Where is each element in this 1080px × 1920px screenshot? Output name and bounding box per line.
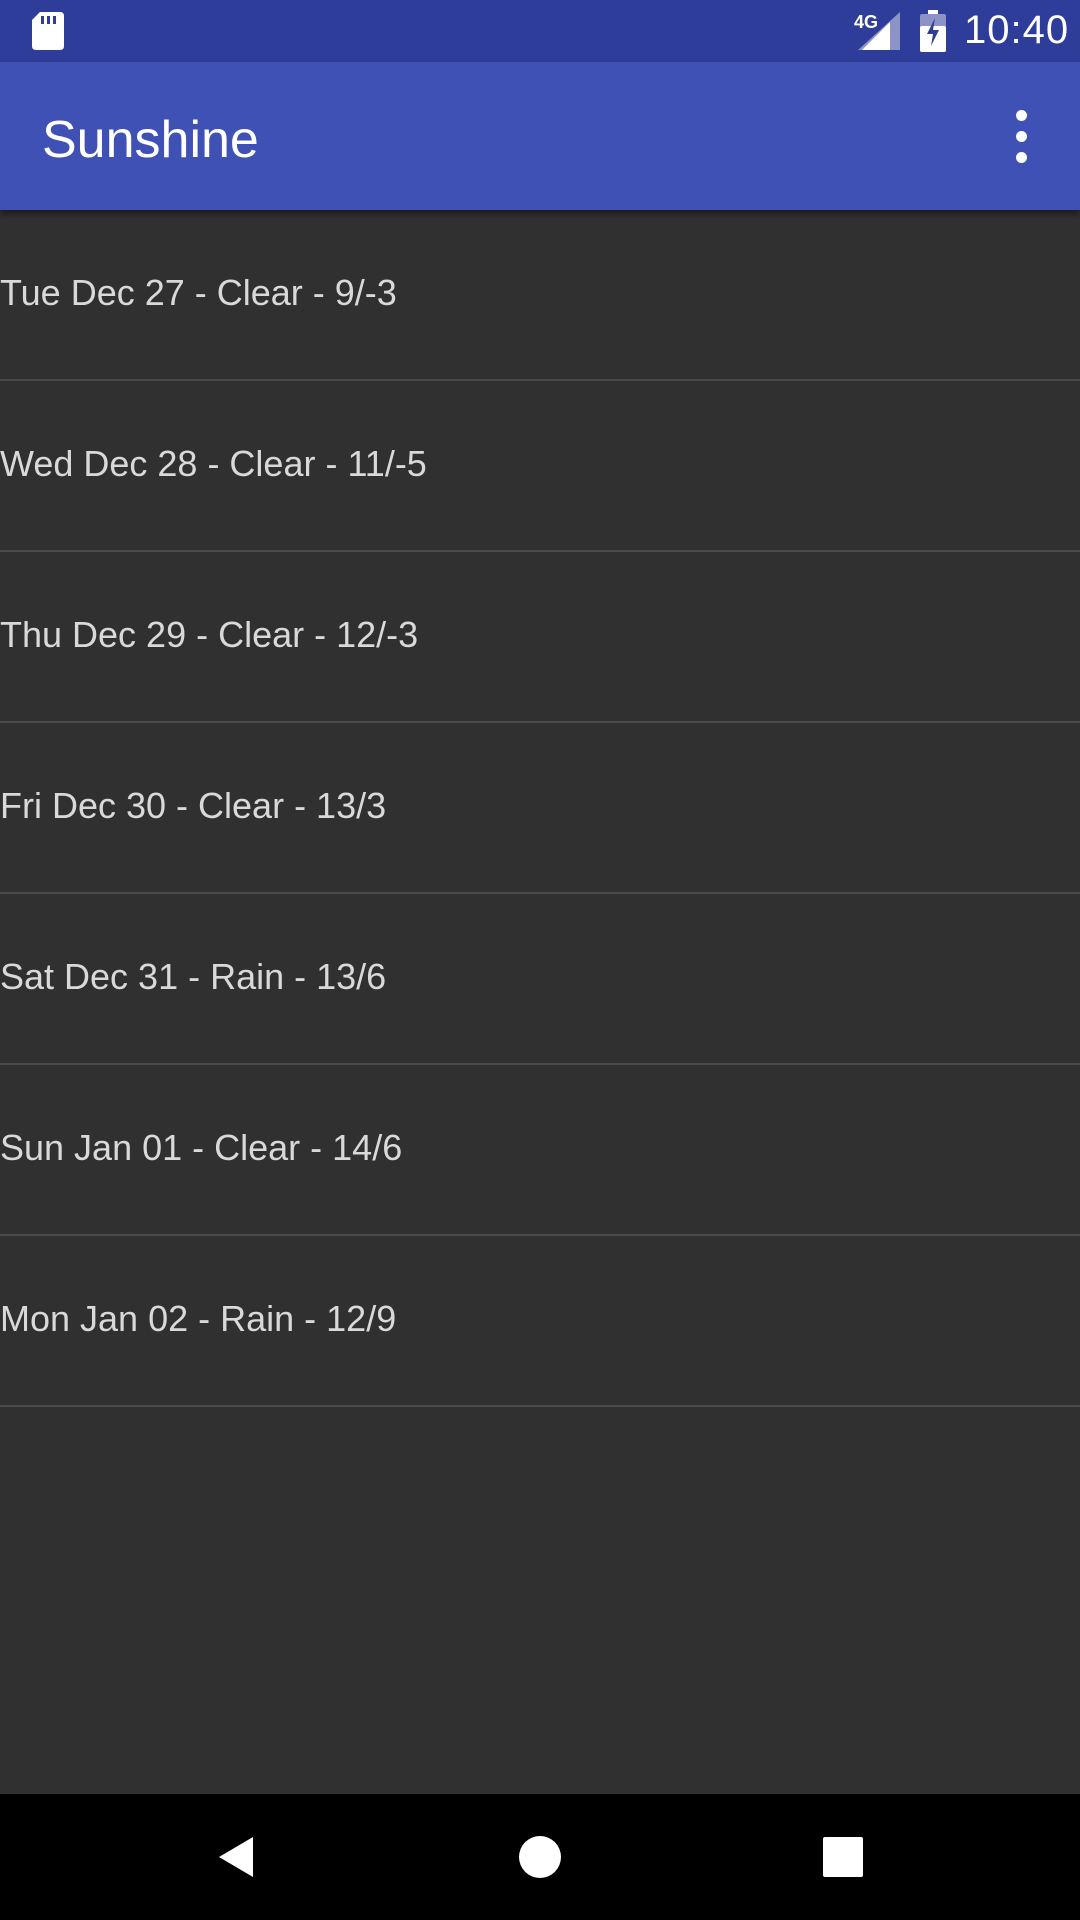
more-vert-icon[interactable] xyxy=(1000,102,1044,172)
forecast-text: Thu Dec 29 - Clear - 12/-3 xyxy=(0,614,419,655)
forecast-item[interactable]: Tue Dec 27 - Clear - 9/-3 xyxy=(0,210,1080,381)
battery-charging-icon xyxy=(920,10,946,52)
app-title: Sunshine xyxy=(42,111,259,169)
menu-dot xyxy=(1016,152,1027,163)
app-bar: Sunshine xyxy=(0,62,1080,210)
signal-icon xyxy=(858,12,900,50)
status-bar: 4G 10:40 xyxy=(0,0,1080,62)
forecast-text: Wed Dec 28 - Clear - 11/-5 xyxy=(0,443,427,484)
forecast-text: Sat Dec 31 - Rain - 13/6 xyxy=(0,956,387,997)
menu-dot xyxy=(1016,110,1027,121)
forecast-item[interactable]: Sun Jan 01 - Clear - 14/6 xyxy=(0,1065,1080,1236)
home-icon[interactable] xyxy=(507,1824,573,1890)
forecast-text: Mon Jan 02 - Rain - 12/9 xyxy=(0,1298,397,1339)
forecast-item[interactable]: Sat Dec 31 - Rain - 13/6 xyxy=(0,894,1080,1065)
forecast-item[interactable]: Thu Dec 29 - Clear - 12/-3 xyxy=(0,552,1080,723)
back-icon[interactable] xyxy=(203,1824,269,1890)
forecast-text: Fri Dec 30 - Clear - 13/3 xyxy=(0,785,387,826)
recents-icon[interactable] xyxy=(810,1824,876,1890)
navigation-bar xyxy=(0,1794,1080,1920)
forecast-text: Tue Dec 27 - Clear - 9/-3 xyxy=(0,272,397,313)
forecast-list: Tue Dec 27 - Clear - 9/-3 Wed Dec 28 - C… xyxy=(0,210,1080,1407)
menu-dot xyxy=(1016,131,1027,142)
forecast-text: Sun Jan 01 - Clear - 14/6 xyxy=(0,1127,403,1168)
forecast-item[interactable]: Fri Dec 30 - Clear - 13/3 xyxy=(0,723,1080,894)
sd-card-icon xyxy=(32,12,64,50)
clock: 10:40 xyxy=(964,8,1070,52)
forecast-item[interactable]: Mon Jan 02 - Rain - 12/9 xyxy=(0,1236,1080,1407)
forecast-item[interactable]: Wed Dec 28 - Clear - 11/-5 xyxy=(0,381,1080,552)
